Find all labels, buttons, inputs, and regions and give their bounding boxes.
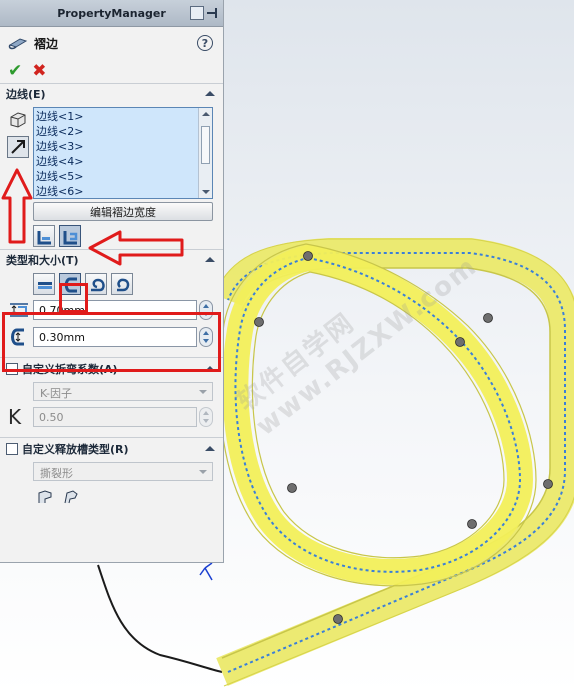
pin-icon[interactable] xyxy=(207,6,219,20)
panel-layout-icon[interactable] xyxy=(190,6,204,20)
relief-type-select[interactable]: 撕裂形 xyxy=(33,462,213,481)
check-icon[interactable]: ✔ xyxy=(8,61,22,81)
edges-group-header[interactable]: 边线(E) xyxy=(0,83,223,103)
hem-tear-drop-button[interactable] xyxy=(85,273,107,295)
hem-type-row xyxy=(0,269,223,297)
annotation-box-size-fields xyxy=(2,312,221,372)
collapse-icon[interactable] xyxy=(205,446,215,451)
reverse-direction-button[interactable] xyxy=(7,136,29,158)
feature-title-row: 褶边 ? xyxy=(0,27,223,59)
annotation-box-hem-type xyxy=(59,283,88,313)
edges-group-title: 边线(E) xyxy=(6,87,46,101)
type-size-group-header[interactable]: 类型和大小(T) xyxy=(0,249,223,269)
help-icon[interactable]: ? xyxy=(197,35,213,51)
panel-title: PropertyManager xyxy=(57,6,166,20)
property-manager-panel: PropertyManager 褶边 ? ✔ ✖ 边线(E) 边线<1> 边线<… xyxy=(0,0,224,563)
k-factor-spinner[interactable] xyxy=(199,407,213,427)
relief-obround-icon[interactable] xyxy=(62,488,80,506)
material-outside-button[interactable] xyxy=(59,225,81,247)
scroll-up-icon[interactable] xyxy=(202,112,210,116)
edges-group: 边线<1> 边线<2> 边线<3> 边线<4> 边线<5> 边线<6> 编辑褶边… xyxy=(0,103,223,221)
edge-selection-list[interactable]: 边线<1> 边线<2> 边线<3> 边线<4> 边线<5> 边线<6> xyxy=(33,107,213,199)
relief-rectangular-icon[interactable] xyxy=(36,488,54,506)
scroll-thumb[interactable] xyxy=(201,126,210,164)
k-factor-input[interactable]: 0.50 xyxy=(33,407,197,427)
relief-type-row: 撕裂形 xyxy=(0,459,223,484)
hem-closed-button[interactable] xyxy=(33,273,55,295)
list-item[interactable]: 边线<1> xyxy=(36,109,212,124)
material-inside-icon xyxy=(37,231,51,245)
list-item[interactable]: 边线<6> xyxy=(36,184,212,198)
list-item[interactable]: 边线<3> xyxy=(36,139,212,154)
edge-select-icon xyxy=(10,112,26,128)
list-item[interactable]: 边线<4> xyxy=(36,154,212,169)
relief-title: 自定义释放槽类型(R) xyxy=(22,442,129,456)
material-outside-icon xyxy=(63,231,78,245)
collapse-icon[interactable] xyxy=(205,91,215,96)
hem-rolled-icon xyxy=(117,278,130,292)
k-factor-label: K xyxy=(8,405,22,429)
relief-checkbox[interactable] xyxy=(6,442,18,455)
bend-method-select[interactable]: K-因子 xyxy=(33,382,213,401)
hem-rolled-button[interactable] xyxy=(111,273,133,295)
reverse-arrow-icon xyxy=(11,140,25,154)
bend-method-row: K-因子 xyxy=(0,379,223,404)
material-inside-button[interactable] xyxy=(33,225,55,247)
action-buttons: ✔ ✖ xyxy=(0,59,223,83)
hem-feature-icon xyxy=(8,38,28,50)
list-item[interactable]: 边线<2> xyxy=(36,124,212,139)
list-item[interactable]: 边线<5> xyxy=(36,169,212,184)
hem-tear-drop-icon xyxy=(91,278,105,292)
close-icon[interactable]: ✖ xyxy=(32,61,46,81)
feature-name: 褶边 xyxy=(34,36,59,51)
collapse-icon[interactable] xyxy=(205,257,215,262)
relief-ratio-row xyxy=(0,484,223,512)
panel-header: PropertyManager xyxy=(0,0,223,27)
k-factor-row: K 0.50 xyxy=(0,404,223,431)
edge-list-scrollbar[interactable] xyxy=(198,108,212,198)
hem-position-row xyxy=(0,221,223,249)
relief-group-header[interactable]: 自定义释放槽类型(R) xyxy=(0,437,223,459)
scroll-down-icon[interactable] xyxy=(202,190,210,194)
hem-closed-icon xyxy=(38,282,52,289)
type-size-group-title: 类型和大小(T) xyxy=(6,253,79,267)
edit-hem-width-button[interactable]: 编辑褶边宽度 xyxy=(33,202,213,221)
